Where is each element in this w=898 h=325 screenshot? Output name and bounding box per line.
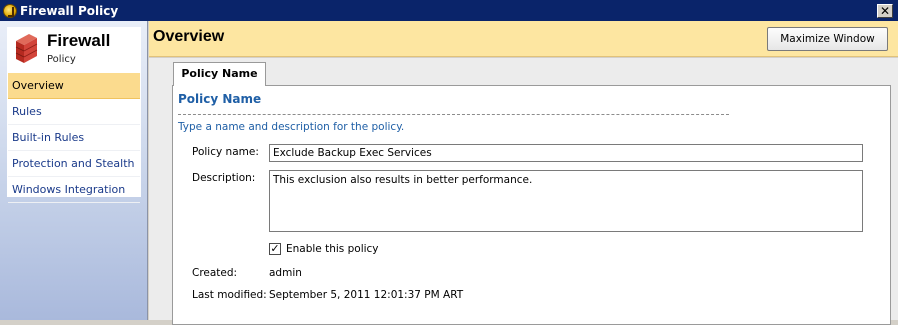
- created-value: admin: [269, 267, 302, 279]
- brand-header: Firewall Policy: [11, 29, 141, 73]
- sidebar-item-built-in-rules[interactable]: Built-in Rules: [8, 125, 140, 151]
- last-modified-label: Last modified:: [192, 289, 267, 301]
- last-modified-value: September 5, 2011 12:01:37 PM ART: [269, 289, 464, 301]
- brand-subtitle: Policy: [47, 54, 76, 65]
- description-textarea[interactable]: This exclusion also results in better pe…: [269, 170, 863, 232]
- description-label: Description:: [192, 172, 256, 184]
- policy-name-panel: Policy Name Type a name and description …: [172, 85, 891, 325]
- sidebar-item-windows-integration[interactable]: Windows Integration: [8, 177, 140, 203]
- brand-title: Firewall: [47, 31, 111, 50]
- section-title: Policy Name: [178, 92, 262, 106]
- section-divider: [178, 114, 729, 115]
- sidebar-nav: Overview Rules Built-in Rules Protection…: [8, 73, 140, 203]
- tab-policy-name[interactable]: Policy Name: [173, 62, 266, 86]
- policy-name-input[interactable]: Exclude Backup Exec Services: [269, 144, 863, 162]
- window-title-bar: Firewall Policy ✕: [0, 0, 898, 21]
- created-label: Created:: [192, 267, 238, 279]
- firewall-brick-icon: [15, 34, 38, 63]
- sidebar-nav-box: Firewall Policy Overview Rules Built-in …: [7, 27, 141, 203]
- page-title: Overview: [153, 28, 225, 45]
- window-title: Firewall Policy: [20, 3, 119, 18]
- main-content: Policy Name Policy Name Type a name and …: [149, 58, 898, 325]
- enable-policy-label[interactable]: Enable this policy: [286, 243, 379, 255]
- sidebar-item-protection-and-stealth[interactable]: Protection and Stealth: [8, 151, 140, 177]
- shield-icon: [3, 3, 17, 18]
- sidebar-item-rules[interactable]: Rules: [8, 99, 140, 125]
- sidebar-item-overview[interactable]: Overview: [8, 73, 140, 99]
- enable-policy-checkbox[interactable]: ✓: [269, 243, 281, 255]
- section-description: Type a name and description for the poli…: [178, 121, 405, 133]
- maximize-window-button[interactable]: Maximize Window: [767, 27, 888, 51]
- page-header: Overview Maximize Window: [149, 21, 898, 57]
- sidebar: Firewall Policy Overview Rules Built-in …: [0, 21, 148, 320]
- policy-name-label: Policy name:: [192, 146, 259, 158]
- close-button[interactable]: ✕: [877, 3, 893, 18]
